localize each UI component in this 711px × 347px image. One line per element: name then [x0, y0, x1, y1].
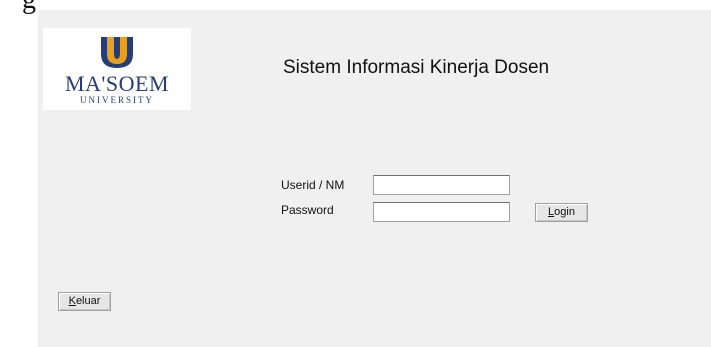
login-button[interactable]: Login [535, 203, 588, 222]
exit-button[interactable]: Keluar [58, 292, 111, 311]
password-input[interactable] [373, 202, 510, 222]
login-panel: MA'SOEM UNIVERSITY Sistem Informasi Kine… [38, 10, 711, 347]
logo-subtitle: UNIVERSITY [80, 95, 154, 105]
exit-mnemonic: K [68, 295, 76, 307]
university-logo: MA'SOEM UNIVERSITY [43, 28, 191, 110]
clipped-window-title: g [22, 0, 36, 16]
password-label: Password [281, 203, 334, 217]
login-label: ogin [554, 206, 575, 218]
userid-label: Userid / NM [281, 178, 345, 192]
exit-label: eluar [75, 295, 101, 307]
shield-u-icon [101, 37, 133, 68]
page-title: Sistem Informasi Kinerja Dosen [283, 57, 550, 78]
logo-wordmark: MA'SOEM [64, 71, 170, 96]
userid-input[interactable] [373, 175, 510, 195]
